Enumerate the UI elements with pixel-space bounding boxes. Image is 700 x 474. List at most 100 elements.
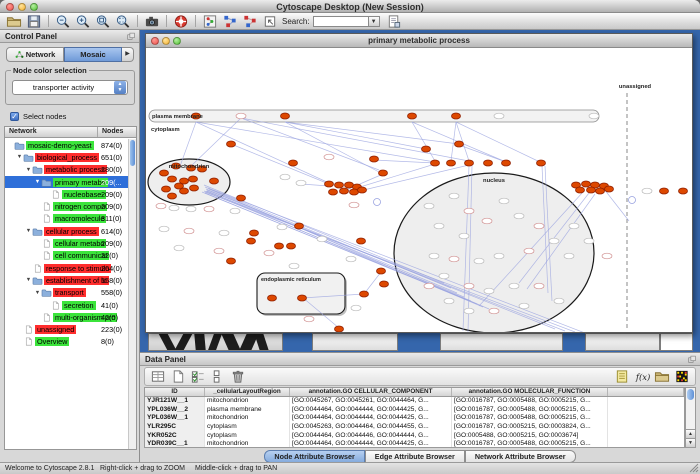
network-node[interactable] [464,208,474,214]
network-node[interactable] [464,308,474,314]
network-node-highlighted[interactable] [162,186,171,192]
network-node[interactable] [484,288,494,294]
network-node-highlighted[interactable] [360,291,369,297]
network-tree-row[interactable]: ▼transport558(0) [5,287,128,299]
tree-scrollbar[interactable] [128,139,136,449]
network-node[interactable] [159,226,169,232]
network-node[interactable] [289,263,299,269]
network-node-highlighted[interactable] [227,258,236,264]
network-node[interactable] [324,154,334,160]
network-tree-row[interactable]: ▼establishment of lo558(0) [5,274,128,286]
network-node-highlighted[interactable] [357,238,366,244]
column-header[interactable]: annotation.GO MOLECULAR_FUNCTION [452,388,608,396]
zoom-in-icon[interactable] [75,14,91,29]
tree-expander-icon[interactable]: ▼ [34,290,41,296]
network-node-highlighted[interactable] [379,170,388,176]
network-node-highlighted[interactable] [596,188,605,194]
network-node-highlighted[interactable] [335,326,344,332]
network-node[interactable] [169,205,179,211]
node-color-dropdown[interactable]: transporter activity ▲▼ [12,80,128,95]
overview-window-thumbnail[interactable] [148,333,283,351]
network-node[interactable] [564,253,574,259]
network-node[interactable] [449,193,459,199]
network-node-highlighted[interactable] [377,268,386,274]
network-tree-row[interactable]: nucleobase-209(0) [5,188,128,200]
network-node-highlighted[interactable] [455,141,464,147]
window-thumbnail[interactable] [440,333,563,351]
zoom-out-icon[interactable] [55,14,71,29]
select-nodes-checkbox[interactable]: ✓ [10,112,19,121]
network-node[interactable] [204,206,214,212]
network-node-highlighted[interactable] [679,188,688,194]
network-node-highlighted[interactable] [431,160,440,166]
search-dropdown-arrow[interactable]: ▼ [369,16,380,27]
network-node[interactable] [277,224,287,230]
network-node-highlighted[interactable] [190,185,199,191]
network-tree-row[interactable]: ▼primary metabo209(... [5,176,128,188]
network-node-highlighted[interactable] [335,182,344,188]
network-node[interactable] [280,174,290,180]
network-node[interactable] [236,113,246,119]
table-row[interactable]: YPL036W__2plasma membrane[GO:0044464, GO… [145,406,684,415]
tree-expander-icon[interactable]: ▼ [34,179,41,185]
table-row[interactable]: YDR039C__1mitochondrion[GO:0044464, GO:0… [145,440,684,448]
network-window-titlebar[interactable]: primary metabolic process [146,34,692,48]
network-node[interactable] [304,316,314,322]
network-tree-row[interactable]: response to stimulu264(0) [5,262,128,274]
network-node[interactable] [534,223,544,229]
network-node[interactable] [494,113,504,119]
network-node[interactable] [464,283,474,289]
network-tree-row[interactable]: nitrogen compo209(0) [5,200,128,212]
network-tree-row[interactable]: macromolecule311(0) [5,213,128,225]
table-row[interactable]: YKR052Ccytoplasm[GO:0044464, GO:0044446,… [145,432,684,441]
new-attribute-icon[interactable] [170,369,186,384]
network-tree-row[interactable]: cell communicat22(0) [5,250,128,262]
network-node[interactable] [489,308,499,314]
unhide-nodes-icon[interactable] [242,14,258,29]
network-tree-row[interactable]: secretion41(0) [5,299,128,311]
network-node-highlighted[interactable] [227,141,236,147]
unselect-attributes-icon[interactable] [210,369,226,384]
network-node[interactable] [429,253,439,259]
network-node-highlighted[interactable] [447,160,456,166]
network-node-highlighted[interactable] [160,170,169,176]
help-icon[interactable] [173,14,189,29]
network-node-highlighted[interactable] [295,223,304,229]
annotation-icon[interactable] [262,14,278,29]
search-input[interactable] [313,16,369,27]
tab-mosaic[interactable]: Mosaic [64,47,122,62]
save-session-icon[interactable] [26,14,42,29]
vizmapper-icon[interactable] [202,14,218,29]
select-attributes-icon[interactable] [190,369,206,384]
network-node-highlighted[interactable] [582,181,591,187]
network-node[interactable] [346,256,356,262]
network-node[interactable] [514,213,524,219]
network-node-highlighted[interactable] [605,186,614,192]
attribute-batch-editor-icon[interactable] [614,369,630,384]
network-node[interactable] [499,198,509,204]
table-scrollbar[interactable]: ▲ ▼ [685,387,696,448]
network-node[interactable] [349,202,359,208]
network-tree-row[interactable]: ▼cellular process614(0) [5,225,128,237]
network-node-highlighted[interactable] [408,113,417,119]
network-node[interactable] [509,283,519,289]
network-tree-row[interactable]: ▼biological_process651(0) [5,151,128,163]
network-node[interactable] [589,113,599,119]
network-node-highlighted[interactable] [268,295,277,301]
network-tree-row[interactable]: multi-organism pro42(0) [5,311,128,323]
network-node-highlighted[interactable] [189,176,198,182]
network-node[interactable] [474,258,484,264]
column-header[interactable]: _cellularLayoutRegion [205,388,290,396]
delete-attribute-icon[interactable] [230,369,246,384]
network-node[interactable] [602,253,612,259]
scroll-up-icon[interactable]: ▲ [686,429,695,438]
network-node[interactable] [351,305,361,311]
import-attributes-icon[interactable] [654,369,670,384]
window-resize-corner[interactable] [660,333,693,351]
network-node[interactable] [424,203,434,209]
open-session-icon[interactable] [6,14,22,29]
network-node[interactable] [296,180,306,186]
network-node-highlighted[interactable] [168,176,177,182]
network-node[interactable] [449,256,459,262]
column-header[interactable]: annotation.GO CELLULAR_COMPONENT [290,388,452,396]
